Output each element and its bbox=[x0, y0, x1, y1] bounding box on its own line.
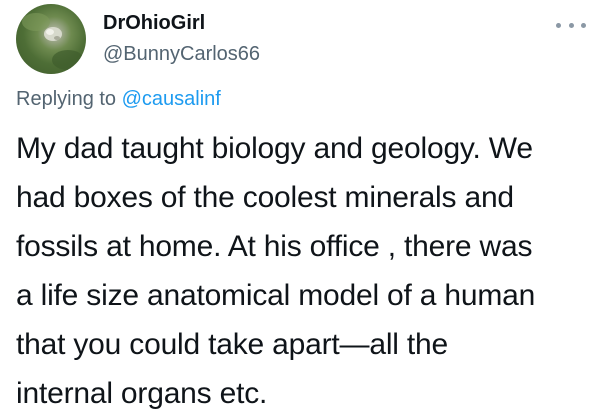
avatar[interactable] bbox=[16, 4, 86, 74]
tweet-text-line: a life size anatomical model of a human bbox=[16, 279, 536, 312]
avatar-photo bbox=[22, 13, 84, 70]
more-options-icon[interactable] bbox=[556, 17, 586, 33]
user-handle[interactable]: @BunnyCarlos66 bbox=[103, 43, 260, 66]
replying-to: Replying to @causalinf bbox=[16, 88, 221, 111]
tweet-text-line: fossils at home. At his office , there w… bbox=[16, 230, 533, 263]
dot bbox=[581, 22, 586, 28]
dot bbox=[556, 22, 561, 28]
display-name[interactable]: DrOhioGirl bbox=[103, 12, 205, 35]
tweet-text-line: had boxes of the coolest minerals and bbox=[16, 181, 514, 214]
dot bbox=[568, 22, 574, 28]
tweet-text-line: My dad taught biology and geology. We bbox=[16, 132, 533, 165]
tweet-text: My dad taught biology and geology. We ha… bbox=[16, 124, 591, 418]
tweet-text-line: that you could take apart—all the bbox=[16, 328, 449, 361]
tweet-text-line: internal organs etc. bbox=[16, 377, 268, 410]
reply-mention-link[interactable]: @causalinf bbox=[122, 88, 221, 110]
replying-to-label: Replying to bbox=[16, 88, 122, 110]
tweet: DrOhioGirl @BunnyCarlos66 Replying to @c… bbox=[0, 0, 599, 420]
